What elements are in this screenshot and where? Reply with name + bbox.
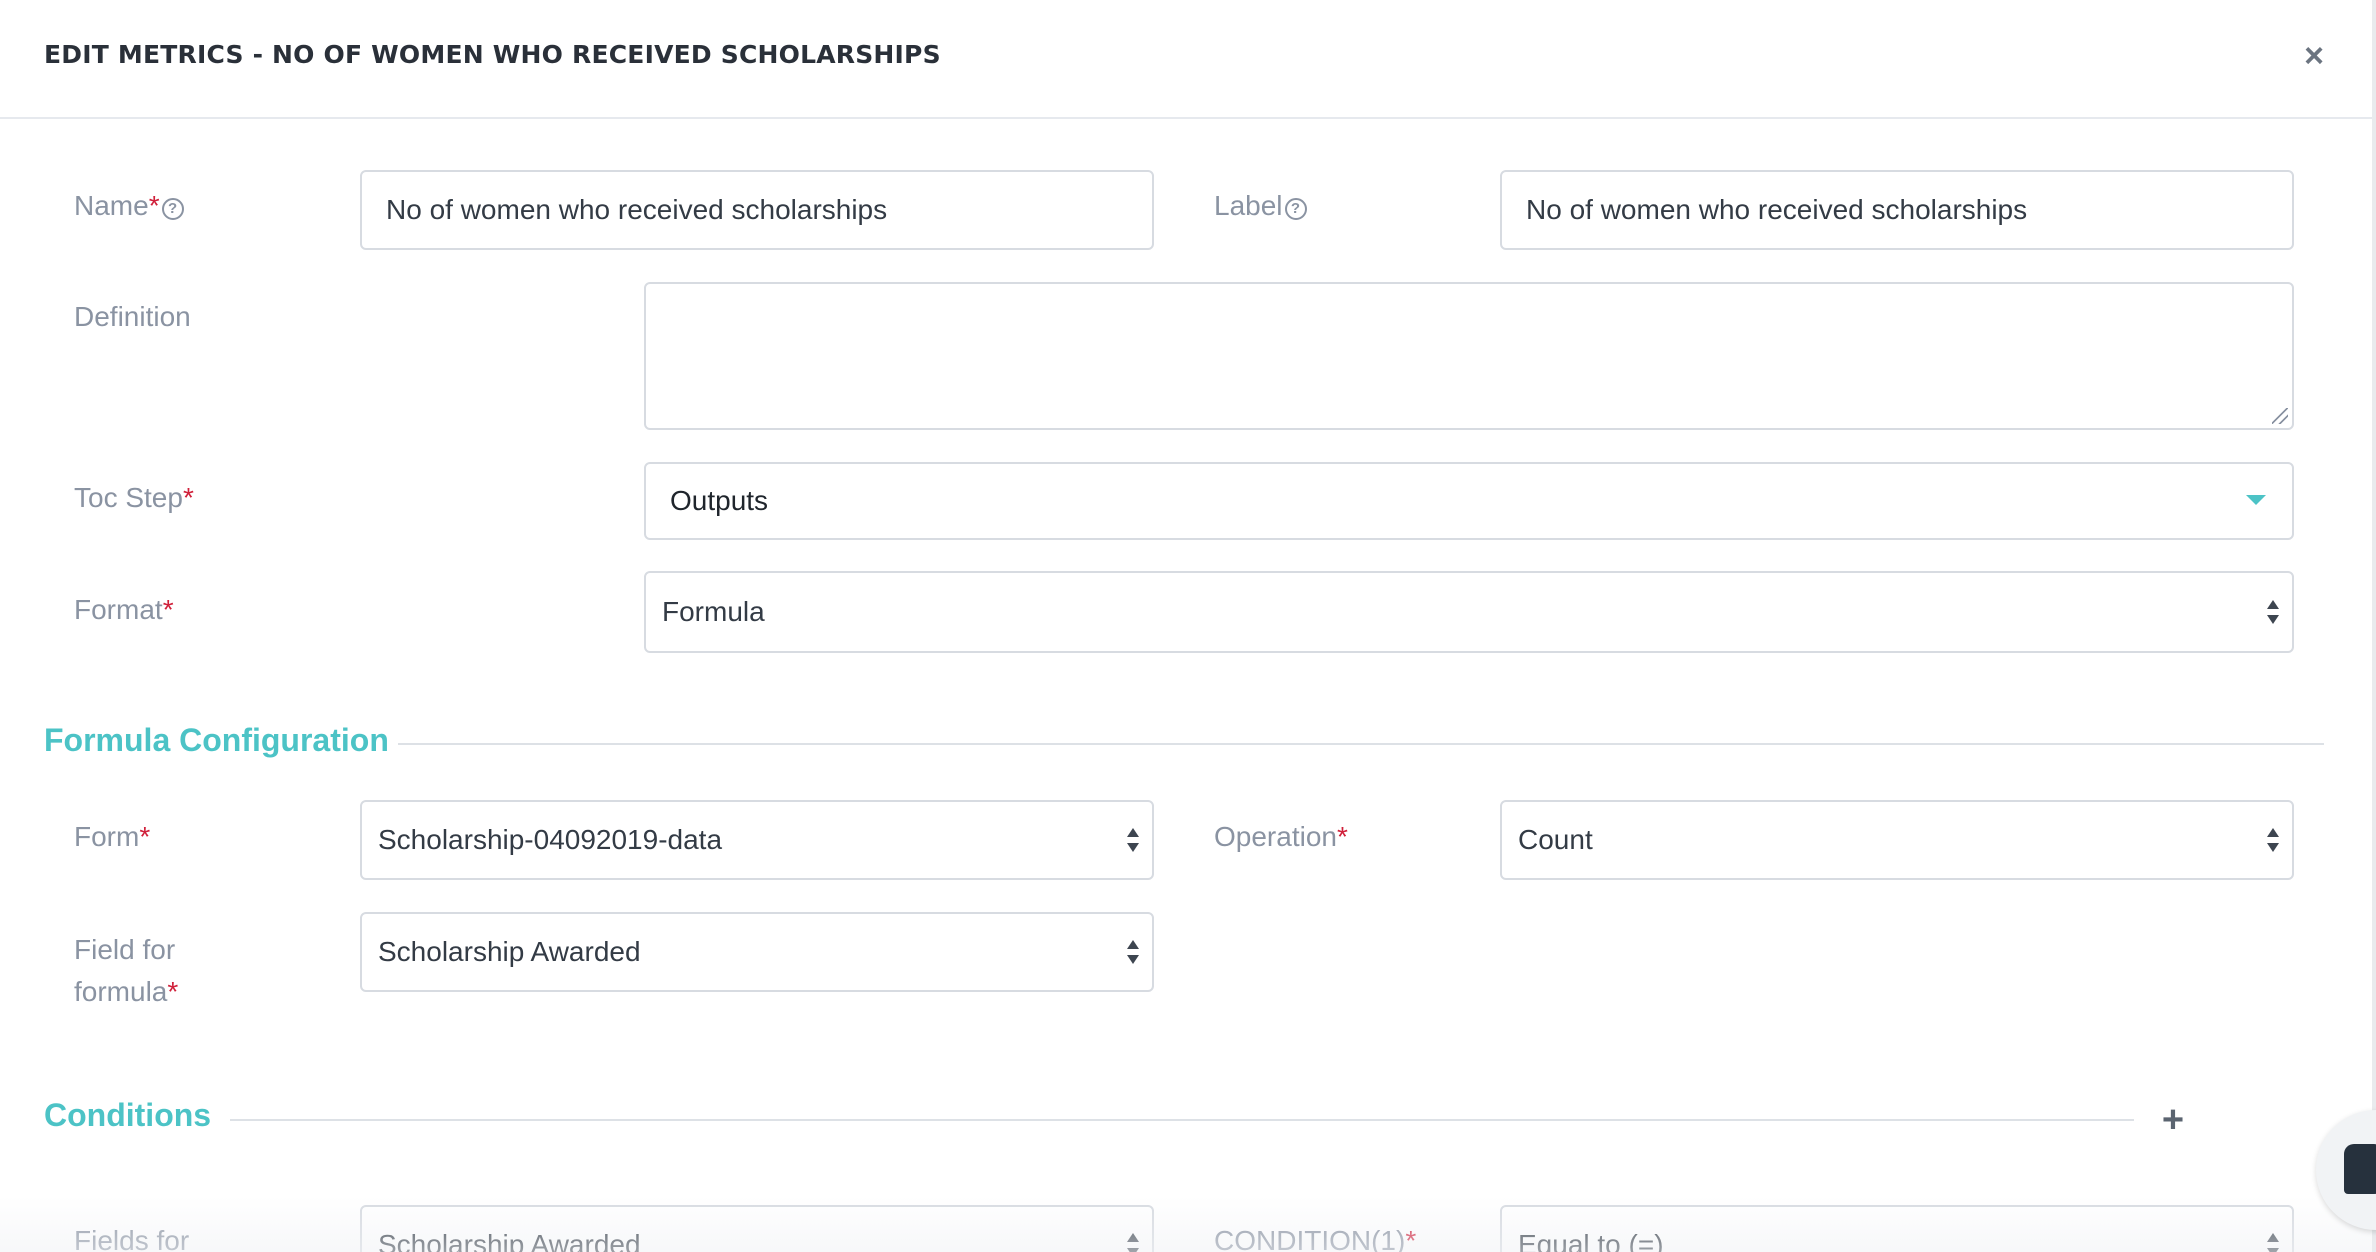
section-divider — [398, 743, 2324, 745]
section-divider — [230, 1119, 2134, 1121]
field-for-formula-label: Field for formula* — [74, 934, 179, 1007]
select-arrows-icon — [2266, 598, 2280, 626]
modal-header: EDIT METRICS - NO OF WOMEN WHO RECEIVED … — [0, 0, 2376, 119]
help-icon[interactable]: ? — [161, 198, 184, 220]
close-icon[interactable]: × — [2296, 34, 2332, 78]
fields-for-select[interactable]: Scholarship Awarded — [360, 1205, 1154, 1252]
modal-title: EDIT METRICS - NO OF WOMEN WHO RECEIVED … — [44, 40, 941, 69]
resize-handle-icon[interactable] — [2272, 408, 2288, 424]
format-select[interactable]: Formula — [644, 571, 2294, 653]
form-select[interactable]: Scholarship-04092019-data — [360, 800, 1154, 880]
operation-select[interactable]: Count — [1500, 800, 2294, 880]
fields-for-label: Fields for — [74, 1225, 190, 1252]
select-arrows-icon — [2266, 1231, 2280, 1252]
format-label: Format* — [74, 594, 174, 625]
toc-step-dropdown[interactable]: Outputs — [644, 462, 2294, 540]
select-arrows-icon — [2266, 826, 2280, 854]
definition-textarea[interactable] — [644, 282, 2294, 430]
condition-1-select[interactable]: Equal to (=) — [1500, 1205, 2294, 1252]
field-for-formula-select[interactable]: Scholarship Awarded — [360, 912, 1154, 992]
definition-label: Definition — [74, 301, 191, 332]
select-arrows-icon — [1126, 826, 1140, 854]
chat-widget-button[interactable] — [2316, 1110, 2376, 1230]
operation-label: Operation* — [1214, 821, 1348, 852]
conditions-title: Conditions — [44, 1097, 212, 1133]
select-arrows-icon — [1126, 1231, 1140, 1252]
chat-icon — [2344, 1144, 2376, 1194]
chevron-down-icon — [2246, 495, 2266, 505]
scrollbar[interactable] — [2372, 0, 2376, 1252]
select-arrows-icon — [1126, 938, 1140, 966]
name-label: Name*? — [74, 185, 184, 227]
label-label: Label? — [1214, 185, 1307, 227]
add-condition-button[interactable]: + — [2158, 1101, 2188, 1139]
formula-configuration-title: Formula Configuration — [44, 722, 389, 758]
condition-1-label: CONDITION(1)* — [1214, 1225, 1417, 1252]
toc-step-label: Toc Step* — [74, 482, 194, 513]
label-input[interactable]: No of women who received scholarships — [1500, 170, 2294, 250]
form-label: Form* — [74, 821, 151, 852]
name-input[interactable]: No of women who received scholarships — [360, 170, 1154, 250]
help-icon[interactable]: ? — [1284, 198, 1307, 220]
